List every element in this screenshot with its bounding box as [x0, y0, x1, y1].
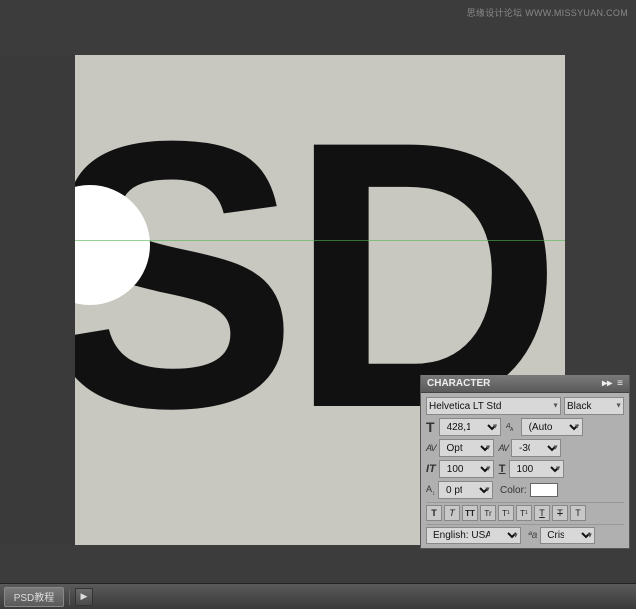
color-swatch[interactable] [530, 483, 558, 497]
aa-label: ªa [528, 530, 537, 541]
taskbar-separator [69, 589, 70, 605]
style-btn-extra[interactable]: T [570, 505, 586, 521]
font-family-wrapper[interactable]: Helvetica LT Std ▼ [426, 397, 561, 415]
hscale-select[interactable]: 100% [509, 460, 564, 478]
taskbar-item-psd-label: PSD教程 [14, 589, 55, 604]
panel-body: Helvetica LT Std ▼ Black ▼ T 428,12 pt ▼ [421, 393, 629, 548]
left-strip [0, 55, 75, 545]
kerning-icon: AV [426, 443, 436, 453]
language-wrapper[interactable]: English: USA ▼ [426, 527, 521, 544]
panel-divider-1 [426, 502, 624, 503]
style-btn-all-caps[interactable]: TT [462, 505, 478, 521]
vscale-wrapper[interactable]: 100% ▼ [439, 460, 494, 478]
panel-title-left: CHARACTER [427, 378, 490, 389]
panel-controls[interactable]: ▸▸ ≡ [602, 378, 623, 389]
leading-select[interactable]: (Auto) [521, 418, 583, 436]
font-size-icon: T [426, 419, 435, 435]
color-label: Color: [500, 485, 527, 496]
hscale-icon: T [499, 463, 506, 475]
font-family-select[interactable]: Helvetica LT Std [426, 397, 561, 415]
antialias-wrapper[interactable]: Crisp ▼ [540, 527, 595, 544]
style-btn-superscript[interactable]: T1 [498, 505, 514, 521]
font-size-wrapper[interactable]: 428,12 pt ▼ [439, 418, 501, 436]
size-leading-row: T 428,12 pt ▼ A A (Auto) ▼ [426, 418, 624, 436]
panel-titlebar: CHARACTER ▸▸ ≡ [421, 375, 629, 393]
style-btn-italic[interactable]: T [444, 505, 460, 521]
scale-row: IT 100% ▼ T 100% ▼ [426, 460, 624, 478]
panel-collapse-icon[interactable]: ▸▸ [602, 378, 612, 389]
antialias-select[interactable]: Crisp [540, 527, 595, 544]
panel-divider-2 [426, 524, 624, 525]
tracking-select[interactable]: -305 [511, 439, 561, 457]
font-size-select[interactable]: 428,12 pt [439, 418, 501, 436]
language-aa-row: English: USA ▼ ªa Crisp ▼ [426, 527, 624, 544]
svg-text:A: A [510, 427, 514, 432]
taskbar-play-icon[interactable]: ▶ [75, 588, 93, 606]
baseline-select[interactable]: 0 pt [438, 481, 493, 499]
hscale-wrapper[interactable]: 100% ▼ [509, 460, 564, 478]
character-panel: CHARACTER ▸▸ ≡ Helvetica LT Std ▼ Black … [420, 375, 630, 549]
watermark: 思缘设计论坛 WWW.MISSYUAN.COM [467, 6, 628, 19]
kerning-select[interactable]: Optical [439, 439, 494, 457]
kerning-tracking-row: AV Optical ▼ AV -305 ▼ [426, 439, 624, 457]
style-btn-strikethrough[interactable]: T [552, 505, 568, 521]
vscale-select[interactable]: 100% [439, 460, 494, 478]
style-buttons-row: T T TT Tr T1 T1 T T T [426, 505, 624, 521]
style-btn-subscript[interactable]: T1 [516, 505, 532, 521]
guide-line-h [75, 240, 565, 241]
vscale-icon: IT [426, 463, 436, 475]
baseline-icon: A↕ [426, 484, 435, 497]
baseline-color-row: A↕ 0 pt ▼ Color: [426, 481, 624, 499]
leading-icon: A A [506, 420, 518, 434]
font-style-select[interactable]: Black [564, 397, 624, 415]
font-style-wrapper[interactable]: Black ▼ [564, 397, 624, 415]
panel-title-text: CHARACTER [427, 378, 490, 389]
taskbar-item-psd[interactable]: PSD教程 [4, 587, 64, 607]
taskbar: PSD教程 ▶ [0, 583, 636, 609]
style-btn-small-caps[interactable]: Tr [480, 505, 496, 521]
panel-menu-icon[interactable]: ≡ [617, 378, 623, 389]
leading-wrapper[interactable]: (Auto) ▼ [521, 418, 583, 436]
style-btn-bold[interactable]: T [426, 505, 442, 521]
kerning-wrapper[interactable]: Optical ▼ [439, 439, 494, 457]
language-select[interactable]: English: USA [426, 527, 521, 544]
tracking-wrapper[interactable]: -305 ▼ [511, 439, 561, 457]
font-row: Helvetica LT Std ▼ Black ▼ [426, 397, 624, 415]
style-btn-underline[interactable]: T [534, 505, 550, 521]
baseline-wrapper[interactable]: 0 pt ▼ [438, 481, 493, 499]
tracking-icon: AV [499, 443, 509, 453]
